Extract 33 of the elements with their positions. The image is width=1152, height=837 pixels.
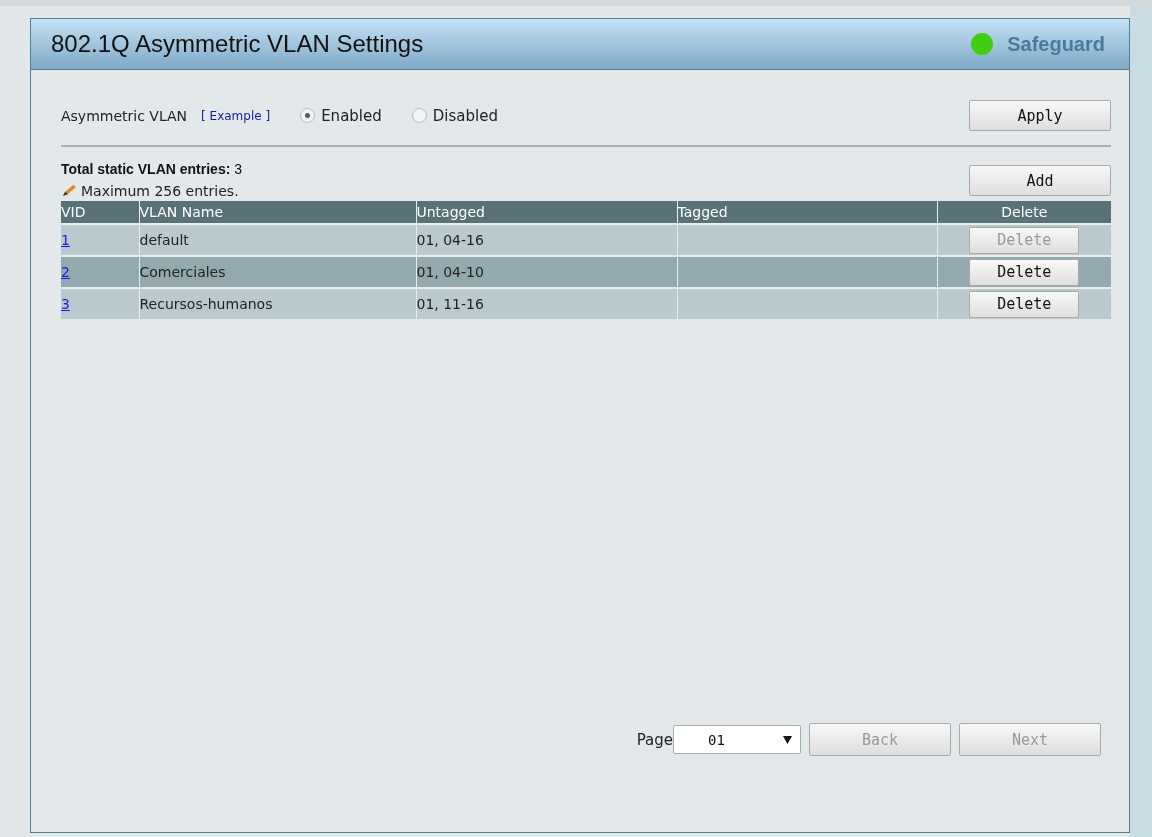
radio-option[interactable]: Enabled bbox=[300, 106, 382, 125]
radio-icon[interactable] bbox=[411, 108, 427, 123]
column-header: Untagged bbox=[416, 201, 677, 224]
radio-label: Disabled bbox=[432, 106, 498, 125]
delete-button[interactable]: Delete bbox=[969, 290, 1080, 318]
total-label: Total static VLAN entries: bbox=[61, 161, 231, 177]
safeguard-label: Safeguard bbox=[1007, 32, 1105, 56]
panel-title: 802.1Q Asymmetric VLAN Settings bbox=[51, 30, 424, 58]
dropdown-arrow-icon bbox=[783, 735, 792, 744]
table-cell: 01, 11-16 bbox=[416, 296, 484, 312]
vid-link[interactable]: 2 bbox=[61, 264, 70, 280]
radio-label: Enabled bbox=[321, 106, 382, 125]
column-header: Delete bbox=[937, 201, 1111, 224]
page-label: Page bbox=[636, 730, 673, 749]
table-cell: default bbox=[139, 232, 189, 248]
apply-button[interactable]: Apply bbox=[969, 100, 1111, 131]
page-select[interactable]: 01 bbox=[673, 725, 801, 754]
column-header: VID bbox=[61, 201, 139, 224]
table-cell: 01, 04-10 bbox=[416, 264, 484, 280]
max-entries-note: Maximum 256 entries. bbox=[81, 183, 239, 199]
table-cell: 01, 04-16 bbox=[416, 232, 484, 248]
vid-link[interactable]: 3 bbox=[61, 296, 70, 312]
delete-button[interactable]: Delete bbox=[969, 258, 1080, 286]
pencil-icon bbox=[61, 184, 77, 198]
radio-icon[interactable] bbox=[300, 108, 316, 123]
table-cell: Recursos-humanos bbox=[139, 296, 273, 312]
radio-option[interactable]: Disabled bbox=[411, 106, 498, 125]
add-button[interactable]: Add bbox=[969, 165, 1111, 196]
total-count: 3 bbox=[234, 161, 243, 177]
vid-link[interactable]: 1 bbox=[61, 232, 70, 248]
example-link[interactable]: [ Example ] bbox=[201, 108, 271, 123]
setting-label: Asymmetric VLAN bbox=[61, 107, 188, 124]
table-cell: Comerciales bbox=[139, 264, 226, 280]
